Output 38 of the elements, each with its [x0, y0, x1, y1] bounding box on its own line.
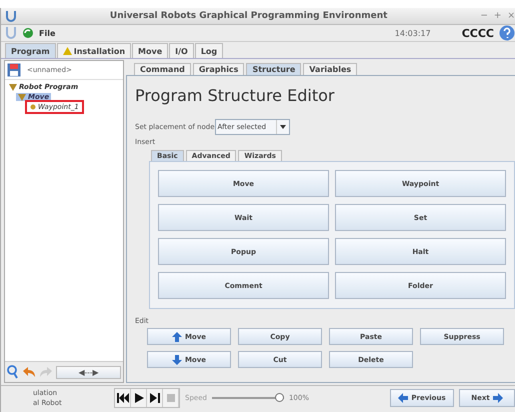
help-icon: [499, 25, 515, 41]
robot-name: CCCC: [462, 26, 494, 40]
arrow-down-icon: [172, 354, 182, 364]
tab[interactable]: Log: [194, 43, 224, 58]
navigation-button[interactable]: ◀---▶: [56, 366, 121, 378]
node-icon: [18, 94, 26, 100]
node-icon: [9, 84, 17, 90]
playback-button[interactable]: [131, 389, 147, 407]
arrow-right-icon: [492, 393, 503, 403]
node-icon: [30, 104, 36, 110]
search-icon: [7, 365, 19, 379]
tab[interactable]: Graphics: [192, 63, 244, 75]
logo-icon: [5, 26, 17, 40]
window-title: Universal Robots Graphical Programming Environment: [108, 11, 388, 21]
skip-back-icon: [116, 391, 130, 405]
undo-icon: [22, 366, 36, 378]
editor-title: Program Structure Editor: [135, 86, 336, 105]
playback-button[interactable]: [115, 389, 131, 407]
tab[interactable]: Installation: [56, 43, 132, 58]
logo-icon: [5, 10, 17, 22]
dropdown-caret-icon: [276, 120, 289, 134]
redo-icon: [39, 366, 53, 378]
tab[interactable]: Command: [134, 63, 191, 75]
tab[interactable]: Program: [5, 43, 56, 58]
file-menu[interactable]: File: [39, 28, 56, 38]
arrow-left-icon: [398, 393, 408, 403]
save-icon: [7, 63, 21, 77]
tab[interactable]: Variables: [303, 63, 358, 75]
tab[interactable]: I/O: [169, 43, 194, 58]
tab[interactable]: Structure: [246, 63, 302, 75]
arrow-up-icon: [172, 332, 182, 342]
playback-button[interactable]: [147, 389, 163, 407]
warning-icon: [62, 47, 72, 55]
reload-icon: [22, 27, 34, 39]
clock-time: 14:03:17: [394, 28, 431, 38]
tab[interactable]: Move: [132, 43, 168, 58]
step-icon: [148, 391, 162, 405]
slider-thumb[interactable]: [275, 393, 284, 402]
